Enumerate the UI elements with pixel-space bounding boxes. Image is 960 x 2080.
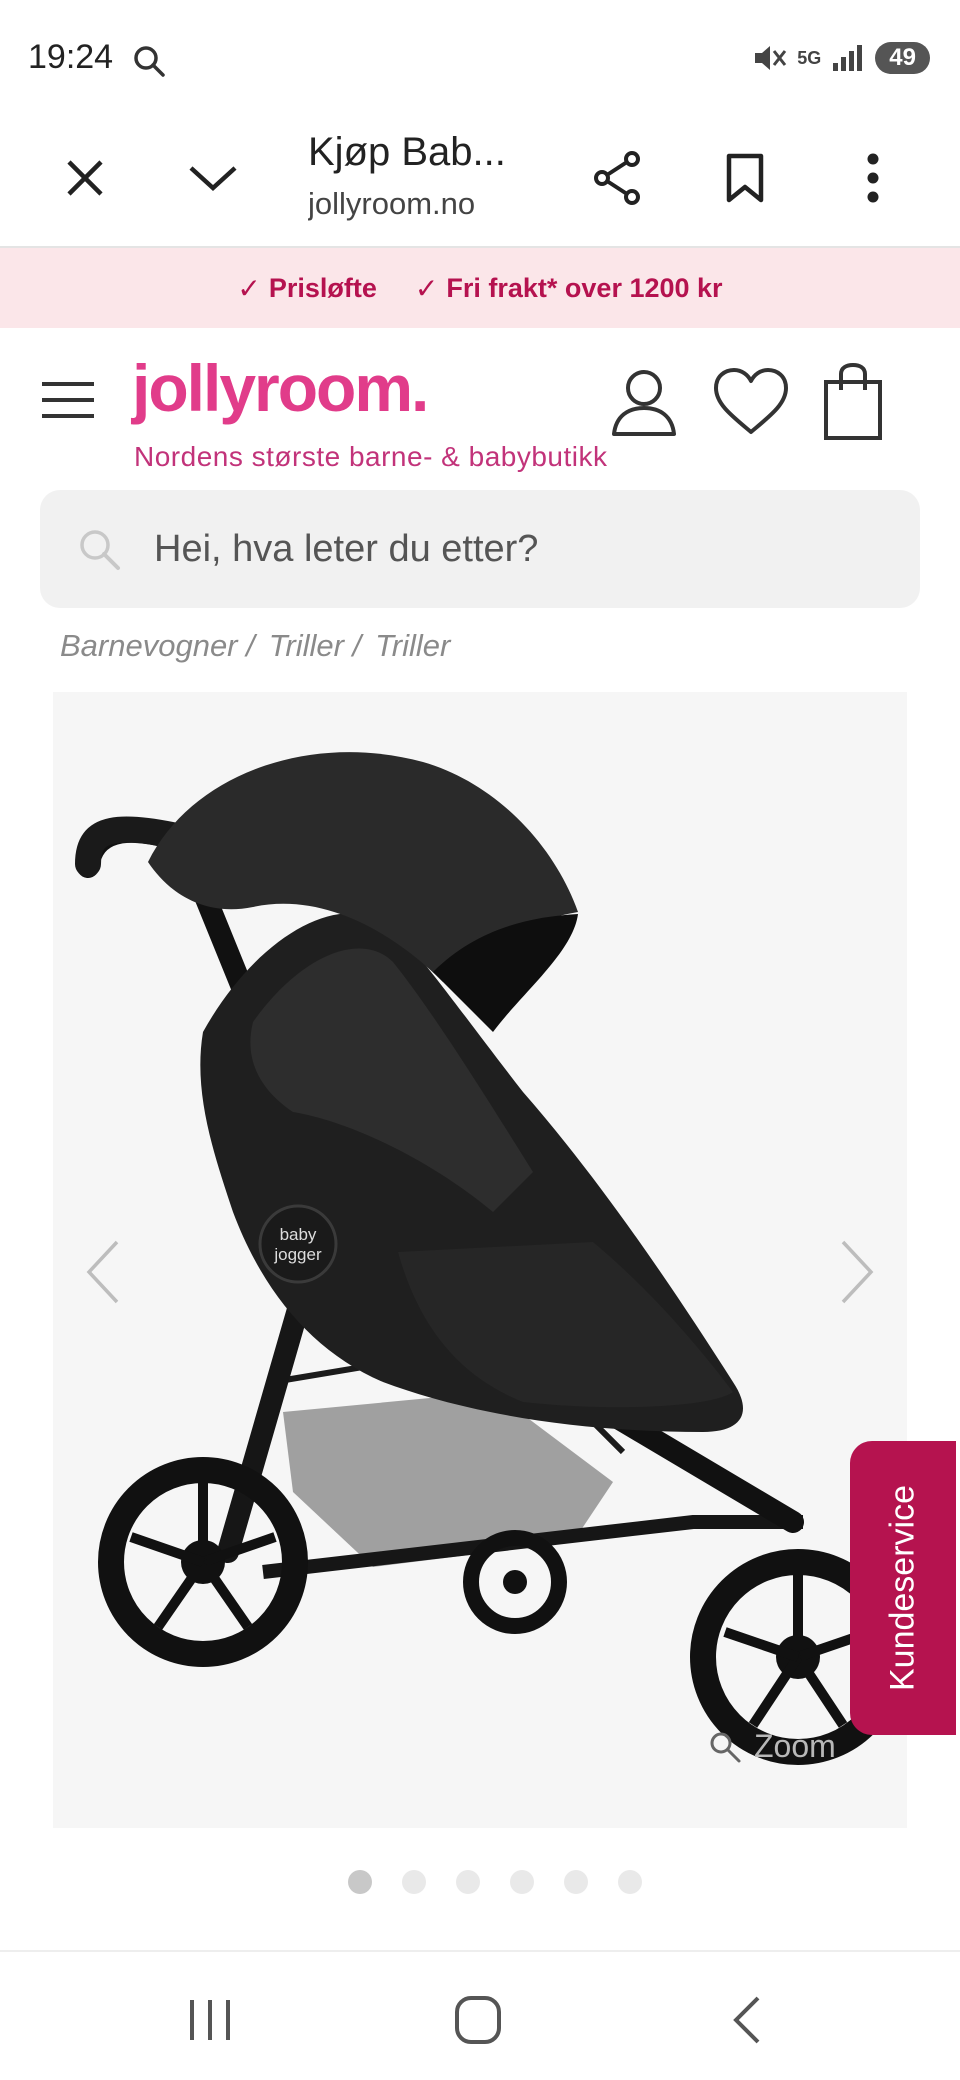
search-input[interactable] — [154, 490, 874, 608]
account-icon[interactable] — [608, 366, 680, 438]
bag-icon[interactable] — [822, 362, 884, 442]
home-icon[interactable] — [448, 1992, 508, 2048]
menu-icon[interactable] — [42, 380, 94, 420]
promo-label: Prisløfte — [268, 272, 377, 303]
carousel-dot[interactable] — [618, 1870, 642, 1894]
search-icon — [134, 46, 165, 77]
carousel-dot[interactable] — [564, 1870, 588, 1894]
brand-logo: baby — [280, 1225, 317, 1244]
system-nav-bar — [0, 1952, 960, 2080]
breadcrumb: Barnevogner / Triller / Triller — [60, 628, 450, 664]
wheel — [463, 1530, 567, 1634]
carousel-dot[interactable] — [456, 1870, 480, 1894]
customer-service-tab[interactable]: Kundeservice — [850, 1441, 956, 1735]
arrow-right-icon[interactable] — [825, 1232, 885, 1312]
status-bar: 19:24 5G 49 — [0, 0, 960, 110]
promo-label: Fri frakt* over 1200 kr — [446, 272, 723, 303]
check-icon: ✓ — [237, 272, 261, 304]
carousel-dots — [0, 1870, 960, 1894]
promo-item: ✓ Fri frakt* over 1200 kr — [415, 272, 723, 305]
status-indicators: 5G 49 — [753, 38, 930, 78]
back-icon[interactable] — [718, 1992, 778, 2048]
zoom-label: Zoom — [754, 1728, 836, 1764]
promo-item: ✓ Prisløfte — [237, 272, 377, 305]
zoom-button[interactable]: Zoom — [708, 1728, 836, 1765]
share-icon[interactable] — [588, 148, 648, 208]
product-gallery[interactable]: baby jogger Zoom — [53, 692, 907, 1828]
carousel-dot[interactable] — [348, 1870, 372, 1894]
arrow-left-icon[interactable] — [75, 1232, 135, 1312]
promo-bar: ✓ Prisløfte ✓ Fri frakt* over 1200 kr — [0, 248, 960, 328]
browser-toolbar: Kjøp Bab... jollyroom.no — [0, 110, 960, 248]
bookmark-icon[interactable] — [715, 148, 775, 208]
carousel-dot[interactable] — [510, 1870, 534, 1894]
site-tagline: Nordens største barne- & babybutikk — [134, 441, 608, 472]
chevron-down-icon[interactable] — [183, 148, 243, 208]
carousel-dot[interactable] — [402, 1870, 426, 1894]
breadcrumb-item[interactable]: Triller / — [269, 628, 361, 664]
network-type: 5G — [797, 47, 822, 68]
zoom-icon — [710, 1732, 741, 1762]
brand-logo: jogger — [273, 1245, 322, 1264]
site-header: jollyroom. Nordens største barne- & baby… — [0, 328, 960, 478]
page-url[interactable]: jollyroom.no — [308, 186, 478, 222]
customer-service-label: Kundeservice — [883, 1484, 922, 1692]
site-logo[interactable]: jollyroom. — [132, 350, 429, 426]
page-title[interactable]: Kjøp Bab... — [308, 130, 506, 175]
heart-icon[interactable] — [712, 366, 790, 438]
mute-icon — [755, 46, 787, 70]
check-icon: ✓ — [414, 272, 439, 304]
breadcrumb-item[interactable]: Barnevogner / — [60, 628, 255, 664]
product-image[interactable]: baby jogger — [53, 692, 907, 1828]
status-time: 19:24 — [28, 38, 114, 76]
signal-icon — [833, 45, 863, 71]
battery-indicator: 49 — [875, 42, 930, 74]
recent-apps-icon[interactable] — [180, 1992, 240, 2048]
search-icon — [80, 530, 120, 570]
search-box[interactable] — [40, 490, 920, 608]
close-icon[interactable] — [55, 148, 115, 208]
wheel — [98, 1457, 308, 1667]
breadcrumb-item[interactable]: Triller — [375, 628, 450, 664]
more-vert-icon[interactable] — [843, 148, 903, 208]
